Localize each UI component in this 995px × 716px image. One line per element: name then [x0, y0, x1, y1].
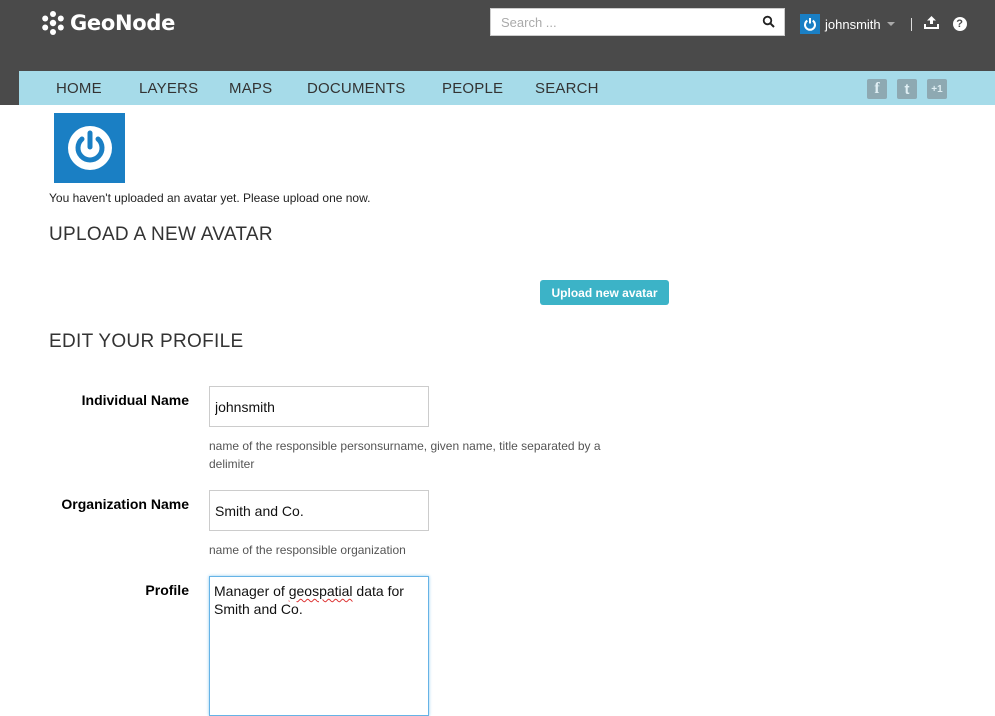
profile-text-misspelled: geospatial — [288, 583, 353, 599]
user-menu[interactable]: johnsmith ? — [800, 13, 967, 35]
nav-item-documents[interactable]: DOCUMENTS — [307, 80, 405, 97]
geonode-logo-icon — [42, 11, 64, 35]
main-nav: HOME LAYERS MAPS DOCUMENTS PEOPLE SEARCH… — [19, 71, 995, 105]
individual-name-field[interactable] — [209, 386, 429, 427]
organization-name-field[interactable] — [209, 490, 429, 531]
search-input[interactable] — [491, 9, 756, 35]
nav-item-home[interactable]: HOME — [56, 80, 102, 97]
search-box — [490, 8, 785, 36]
divider — [910, 17, 912, 31]
edit-profile-title: EDIT YOUR PROFILE — [49, 331, 244, 352]
profile-textarea[interactable]: Manager of geospatial data for Smith and… — [209, 576, 429, 716]
organization-name-help: name of the responsible organization — [209, 543, 406, 557]
profile-label: Profile — [145, 582, 189, 598]
nav-item-search[interactable]: SEARCH — [535, 80, 599, 97]
avatar-message: You haven't uploaded an avatar yet. Plea… — [49, 191, 371, 205]
individual-name-label: Individual Name — [81, 392, 189, 408]
nav-item-people[interactable]: PEOPLE — [442, 80, 503, 97]
help-icon[interactable]: ? — [952, 17, 967, 31]
upload-avatar-button[interactable]: Upload new avatar — [540, 280, 669, 305]
upload-avatar-title: UPLOAD A NEW AVATAR — [49, 224, 273, 245]
nav-item-maps[interactable]: MAPS — [229, 80, 272, 97]
nav-item-layers[interactable]: LAYERS — [139, 80, 198, 97]
organization-name-label: Organization Name — [61, 496, 189, 512]
search-icon[interactable] — [762, 15, 776, 29]
upload-icon[interactable] — [923, 15, 939, 34]
twitter-icon[interactable]: t — [897, 79, 917, 99]
username-label[interactable]: johnsmith — [825, 17, 881, 32]
individual-name-help: name of the responsible personsurname, g… — [209, 439, 601, 471]
chevron-down-icon[interactable] — [886, 22, 895, 26]
logo-text: GeoNode — [70, 11, 176, 35]
facebook-icon[interactable]: f — [867, 79, 887, 99]
geonode-logo[interactable]: GeoNode — [40, 10, 175, 36]
user-avatar-icon[interactable] — [800, 14, 820, 34]
avatar — [54, 113, 125, 183]
profile-text-start: Manager of — [214, 583, 289, 599]
power-icon — [67, 126, 112, 170]
google-plus-icon[interactable]: +1 — [927, 79, 947, 99]
